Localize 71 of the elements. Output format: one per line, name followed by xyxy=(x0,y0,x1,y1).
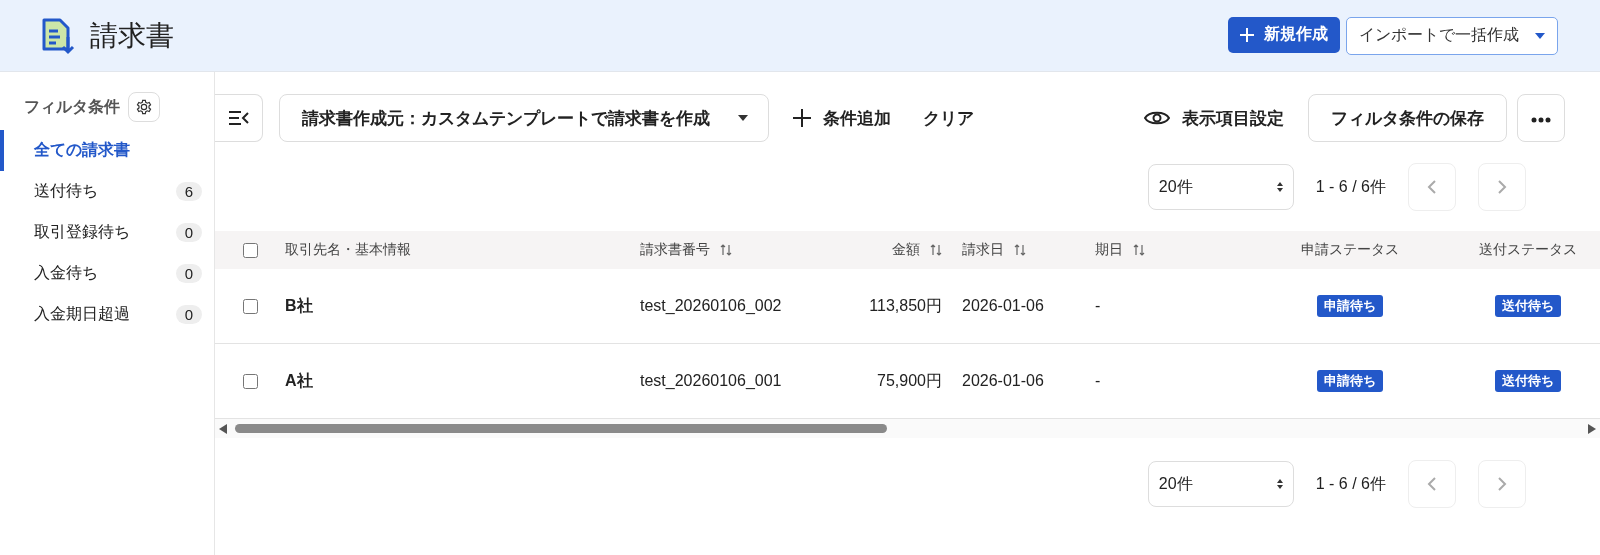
column-header: 取引先名・基本情報 xyxy=(285,241,412,259)
collapse-sidebar-button[interactable] xyxy=(215,94,263,142)
collapse-menu-icon xyxy=(227,110,250,126)
page-range: 1 - 6 / 6件 xyxy=(1315,473,1386,494)
new-button[interactable]: 新規作成 xyxy=(1228,16,1340,53)
count-badge: 6 xyxy=(175,182,202,201)
chevron-right-icon xyxy=(1497,179,1507,195)
document-download-icon xyxy=(40,16,76,55)
page-title: 請求書 xyxy=(90,18,174,53)
row-checkbox[interactable] xyxy=(242,298,258,314)
column-header: 申請ステータス xyxy=(1300,241,1400,259)
display-settings-button[interactable]: 表示項目設定 xyxy=(1136,106,1292,130)
caret-down-icon xyxy=(1535,32,1545,39)
table-cell-text: - xyxy=(1095,372,1102,390)
count-badge: 0 xyxy=(175,305,202,324)
sidebar-item[interactable]: 送付待ち 6 xyxy=(0,171,214,212)
updown-icon xyxy=(1276,182,1283,192)
table-cell-text: test_20260106_001 xyxy=(640,372,783,390)
column-header[interactable]: 期日 xyxy=(1095,241,1245,259)
sort-icon[interactable] xyxy=(720,243,732,257)
table-cell-text: B社 xyxy=(285,295,314,316)
horizontal-scrollbar[interactable] xyxy=(215,419,1600,438)
settings-button[interactable] xyxy=(128,92,160,122)
select-all-checkbox[interactable] xyxy=(242,242,258,258)
count-badge: 0 xyxy=(175,223,202,242)
chevron-left-icon xyxy=(1427,179,1437,195)
table-cell-text: 2026-01-06 xyxy=(961,372,1045,390)
column-header[interactable]: 請求日 xyxy=(950,241,1095,259)
page-range: 1 - 6 / 6件 xyxy=(1315,176,1386,197)
status-badge: 申請待ち xyxy=(1317,295,1383,317)
sort-icon[interactable] xyxy=(1133,243,1145,257)
table-cell-text: - xyxy=(1095,297,1102,315)
row-checkbox[interactable] xyxy=(242,373,258,389)
save-filter-button[interactable]: フィルタ条件の保存 xyxy=(1308,94,1507,142)
add-condition-button[interactable]: 条件追加 xyxy=(785,106,899,130)
scroll-left-icon[interactable] xyxy=(219,423,227,434)
eye-icon xyxy=(1144,110,1170,126)
plus-icon xyxy=(1240,27,1254,42)
more-button[interactable] xyxy=(1517,94,1565,142)
page-size-select[interactable]: 20件 xyxy=(1147,164,1294,210)
sidebar-item[interactable]: 取引登録待ち 0 xyxy=(0,212,214,253)
page-size-select[interactable]: 20件 xyxy=(1147,461,1294,507)
scroll-right-icon[interactable] xyxy=(1588,423,1596,434)
plus-icon xyxy=(793,109,811,127)
sidebar-item[interactable]: 入金期日超過 0 xyxy=(0,294,214,335)
status-badge: 送付待ち xyxy=(1494,370,1561,392)
updown-icon xyxy=(1276,479,1283,489)
settings-icon xyxy=(136,99,152,115)
column-header[interactable]: 金額 xyxy=(840,241,950,259)
table-cell-text: A社 xyxy=(285,370,314,391)
table-cell-text: 2026-01-06 xyxy=(961,297,1045,315)
sort-icon[interactable] xyxy=(930,243,942,257)
table-cell-text: 113,850円 xyxy=(868,295,943,316)
sort-icon[interactable] xyxy=(1014,243,1026,257)
caret-down-icon xyxy=(738,115,748,121)
scrollbar-thumb[interactable] xyxy=(235,424,887,433)
column-header[interactable]: 請求書番号 xyxy=(640,241,840,259)
more-icon xyxy=(1531,117,1551,123)
table-cell-text: 75,900円 xyxy=(876,370,943,391)
sidebar-title: フィルタ条件 xyxy=(24,96,120,117)
table-cell-text: test_20260106_002 xyxy=(640,297,783,315)
chevron-right-icon xyxy=(1497,476,1507,492)
status-badge: 送付待ち xyxy=(1494,295,1561,317)
chevron-left-icon xyxy=(1427,476,1437,492)
status-badge: 申請待ち xyxy=(1317,370,1383,392)
column-header: 送付ステータス xyxy=(1477,241,1578,259)
clear-button[interactable]: クリア xyxy=(915,106,982,130)
import-dropdown-button[interactable]: インポートで一括作成 xyxy=(1346,16,1558,55)
count-badge: 0 xyxy=(175,264,202,283)
filter-dropdown[interactable]: 請求書作成元：カスタムテンプレートで請求書を作成 xyxy=(279,94,769,142)
sidebar-item[interactable]: 入金待ち 0 xyxy=(0,253,214,294)
